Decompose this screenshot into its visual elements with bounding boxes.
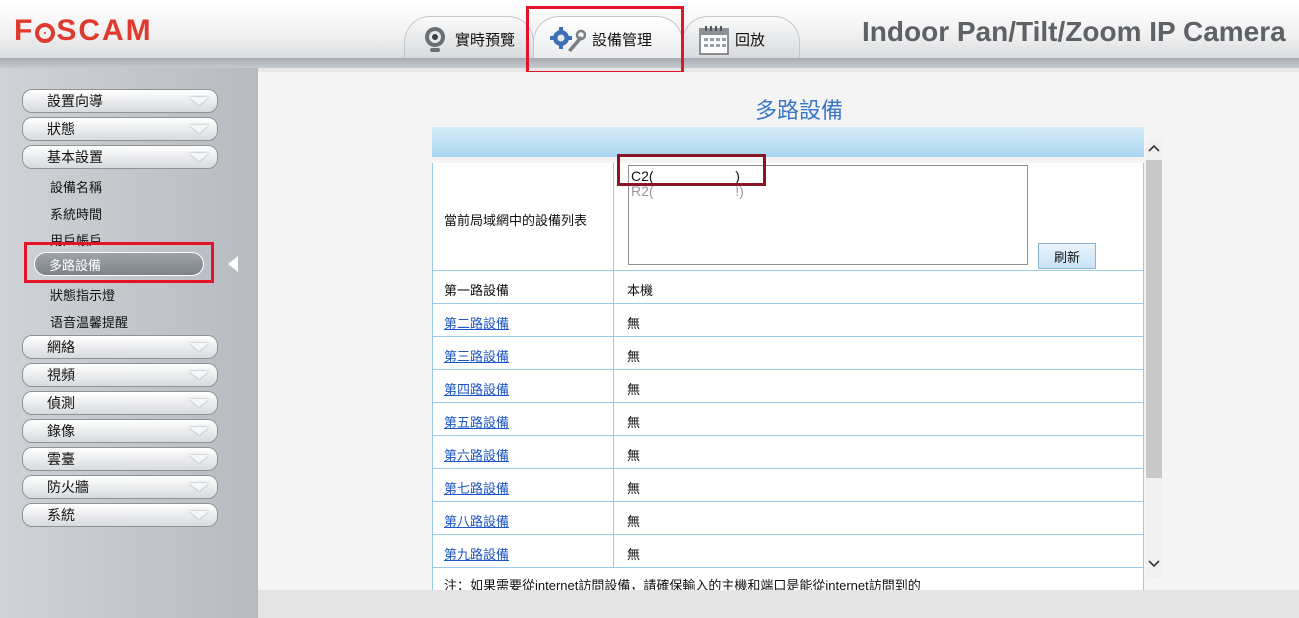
table-row: 第四路設備 無 bbox=[433, 370, 1143, 403]
table-row: 第九路設備 無 bbox=[433, 535, 1143, 568]
chevron-down-icon bbox=[189, 399, 209, 407]
sidebar-item-label: 防火牆 bbox=[47, 479, 89, 495]
device-slot-link[interactable]: 第二路設備 bbox=[444, 313, 509, 332]
chevron-down-icon bbox=[189, 153, 209, 161]
calendar-icon bbox=[699, 25, 729, 55]
device-slot-value: 無 bbox=[627, 316, 641, 331]
table-row: 第六路設備 無 bbox=[433, 436, 1143, 469]
device-list-label: 當前局域網中的設備列表 bbox=[444, 213, 588, 228]
table-header-bar bbox=[432, 127, 1144, 157]
chevron-down-icon bbox=[189, 427, 209, 435]
device-slot-value: 無 bbox=[627, 481, 641, 496]
sidebar-item-detection[interactable]: 偵測 bbox=[22, 391, 218, 415]
highlight-box-tab bbox=[526, 6, 684, 74]
device-slot-link[interactable]: 第八路設備 bbox=[444, 511, 509, 530]
sidebar-item-label: 偵測 bbox=[47, 395, 75, 411]
device-slot-link[interactable]: 第五路設備 bbox=[444, 412, 509, 431]
device-slot-link[interactable]: 第四路設備 bbox=[444, 379, 509, 398]
sub-item-voice-reminder[interactable]: 语音温馨提醒 bbox=[50, 312, 128, 331]
sidebar-item-setup-wizard[interactable]: 設置向導 bbox=[22, 89, 218, 113]
sidebar-item-basic-settings[interactable]: 基本設置 bbox=[22, 145, 218, 169]
device-slot-value: 無 bbox=[627, 415, 641, 430]
device-title: Indoor Pan/Tilt/Zoom IP Camera bbox=[862, 16, 1286, 47]
tab-playback-label: 回放 bbox=[735, 32, 766, 49]
chevron-down-icon bbox=[189, 343, 209, 351]
multi-device-table: 當前局域網中的設備列表 C2( ) R2( !) 刷新 第一路設備 本機 第二路… bbox=[432, 163, 1144, 590]
sub-item-device-name[interactable]: 設備名稱 bbox=[50, 177, 102, 196]
tab-playback[interactable]: 回放 bbox=[682, 16, 800, 62]
chevron-down-icon bbox=[189, 455, 209, 463]
highlight-box-device bbox=[617, 154, 766, 186]
sidebar-item-network[interactable]: 網絡 bbox=[22, 335, 218, 359]
sidebar-item-status[interactable]: 狀態 bbox=[22, 117, 218, 141]
sidebar-item-label: 狀態 bbox=[47, 121, 75, 137]
device-slot-link[interactable]: 第三路設備 bbox=[444, 346, 509, 365]
scroll-up-icon[interactable] bbox=[1146, 140, 1162, 156]
device-slot-link[interactable]: 第六路設備 bbox=[444, 445, 509, 464]
sub-item-status-light[interactable]: 狀態指示燈 bbox=[50, 285, 115, 304]
sidebar-item-video[interactable]: 視頻 bbox=[22, 363, 218, 387]
foscam-logo: F SCAM bbox=[14, 14, 153, 47]
sidebar-item-label: 基本設置 bbox=[47, 149, 103, 165]
device-slot-value: 無 bbox=[627, 448, 641, 463]
sidebar-item-label: 設置向導 bbox=[47, 93, 103, 109]
chevron-down-icon bbox=[189, 511, 209, 519]
sidebar-item-recording[interactable]: 錄像 bbox=[22, 419, 218, 443]
table-row: 第五路設備 無 bbox=[433, 403, 1143, 436]
table-row: 第八路設備 無 bbox=[433, 502, 1143, 535]
device-slot-value: 無 bbox=[627, 382, 641, 397]
collapse-arrow-icon[interactable] bbox=[228, 256, 238, 272]
device-slot-link[interactable]: 第七路設備 bbox=[444, 478, 509, 497]
device-slot-value: 無 bbox=[627, 547, 641, 562]
webcam-icon bbox=[425, 26, 445, 52]
sidebar-item-system[interactable]: 系統 bbox=[22, 503, 218, 527]
sidebar-item-label: 錄像 bbox=[47, 423, 75, 439]
table-row: 第二路設備 無 bbox=[433, 304, 1143, 337]
refresh-button[interactable]: 刷新 bbox=[1038, 243, 1096, 269]
sidebar-item-label: 系統 bbox=[47, 507, 75, 523]
sidebar-item-ptz[interactable]: 雲臺 bbox=[22, 447, 218, 471]
chevron-down-icon bbox=[189, 483, 209, 491]
scroll-down-icon[interactable] bbox=[1146, 556, 1162, 572]
device-slot-value: 無 bbox=[627, 514, 641, 529]
device-slot-link[interactable]: 第九路設備 bbox=[444, 544, 509, 563]
chevron-down-icon bbox=[189, 371, 209, 379]
tab-live-view[interactable]: 實時預覽 bbox=[404, 16, 534, 62]
sub-item-system-time[interactable]: 系統時間 bbox=[50, 204, 102, 223]
internet-access-note: 注：如果需要從internet訪問設備，請確保輸入的主機和端口是能從intern… bbox=[444, 578, 921, 590]
tab-live-view-label: 實時預覽 bbox=[455, 32, 516, 49]
content-footer bbox=[258, 590, 1299, 618]
table-row-device-list: 當前局域網中的設備列表 C2( ) R2( !) 刷新 bbox=[433, 163, 1143, 271]
chevron-down-icon bbox=[189, 125, 209, 133]
highlight-box-sub-item bbox=[24, 242, 214, 283]
sidebar-item-label: 雲臺 bbox=[47, 451, 75, 467]
chevron-down-icon bbox=[189, 97, 209, 105]
page-title: 多路設備 bbox=[754, 99, 843, 124]
device-slot-label: 第一路設備 bbox=[444, 283, 510, 298]
sidebar-item-label: 網絡 bbox=[47, 339, 75, 355]
device-slot-value: 本機 bbox=[627, 283, 654, 298]
table-row: 第七路設備 無 bbox=[433, 469, 1143, 502]
sidebar-item-firewall[interactable]: 防火牆 bbox=[22, 475, 218, 499]
sidebar-item-label: 視頻 bbox=[47, 367, 75, 383]
table-row: 第一路設備 本機 bbox=[433, 271, 1143, 304]
scrollbar-thumb[interactable] bbox=[1146, 160, 1162, 478]
device-slot-value: 無 bbox=[627, 349, 641, 364]
table-row: 第三路設備 無 bbox=[433, 337, 1143, 370]
